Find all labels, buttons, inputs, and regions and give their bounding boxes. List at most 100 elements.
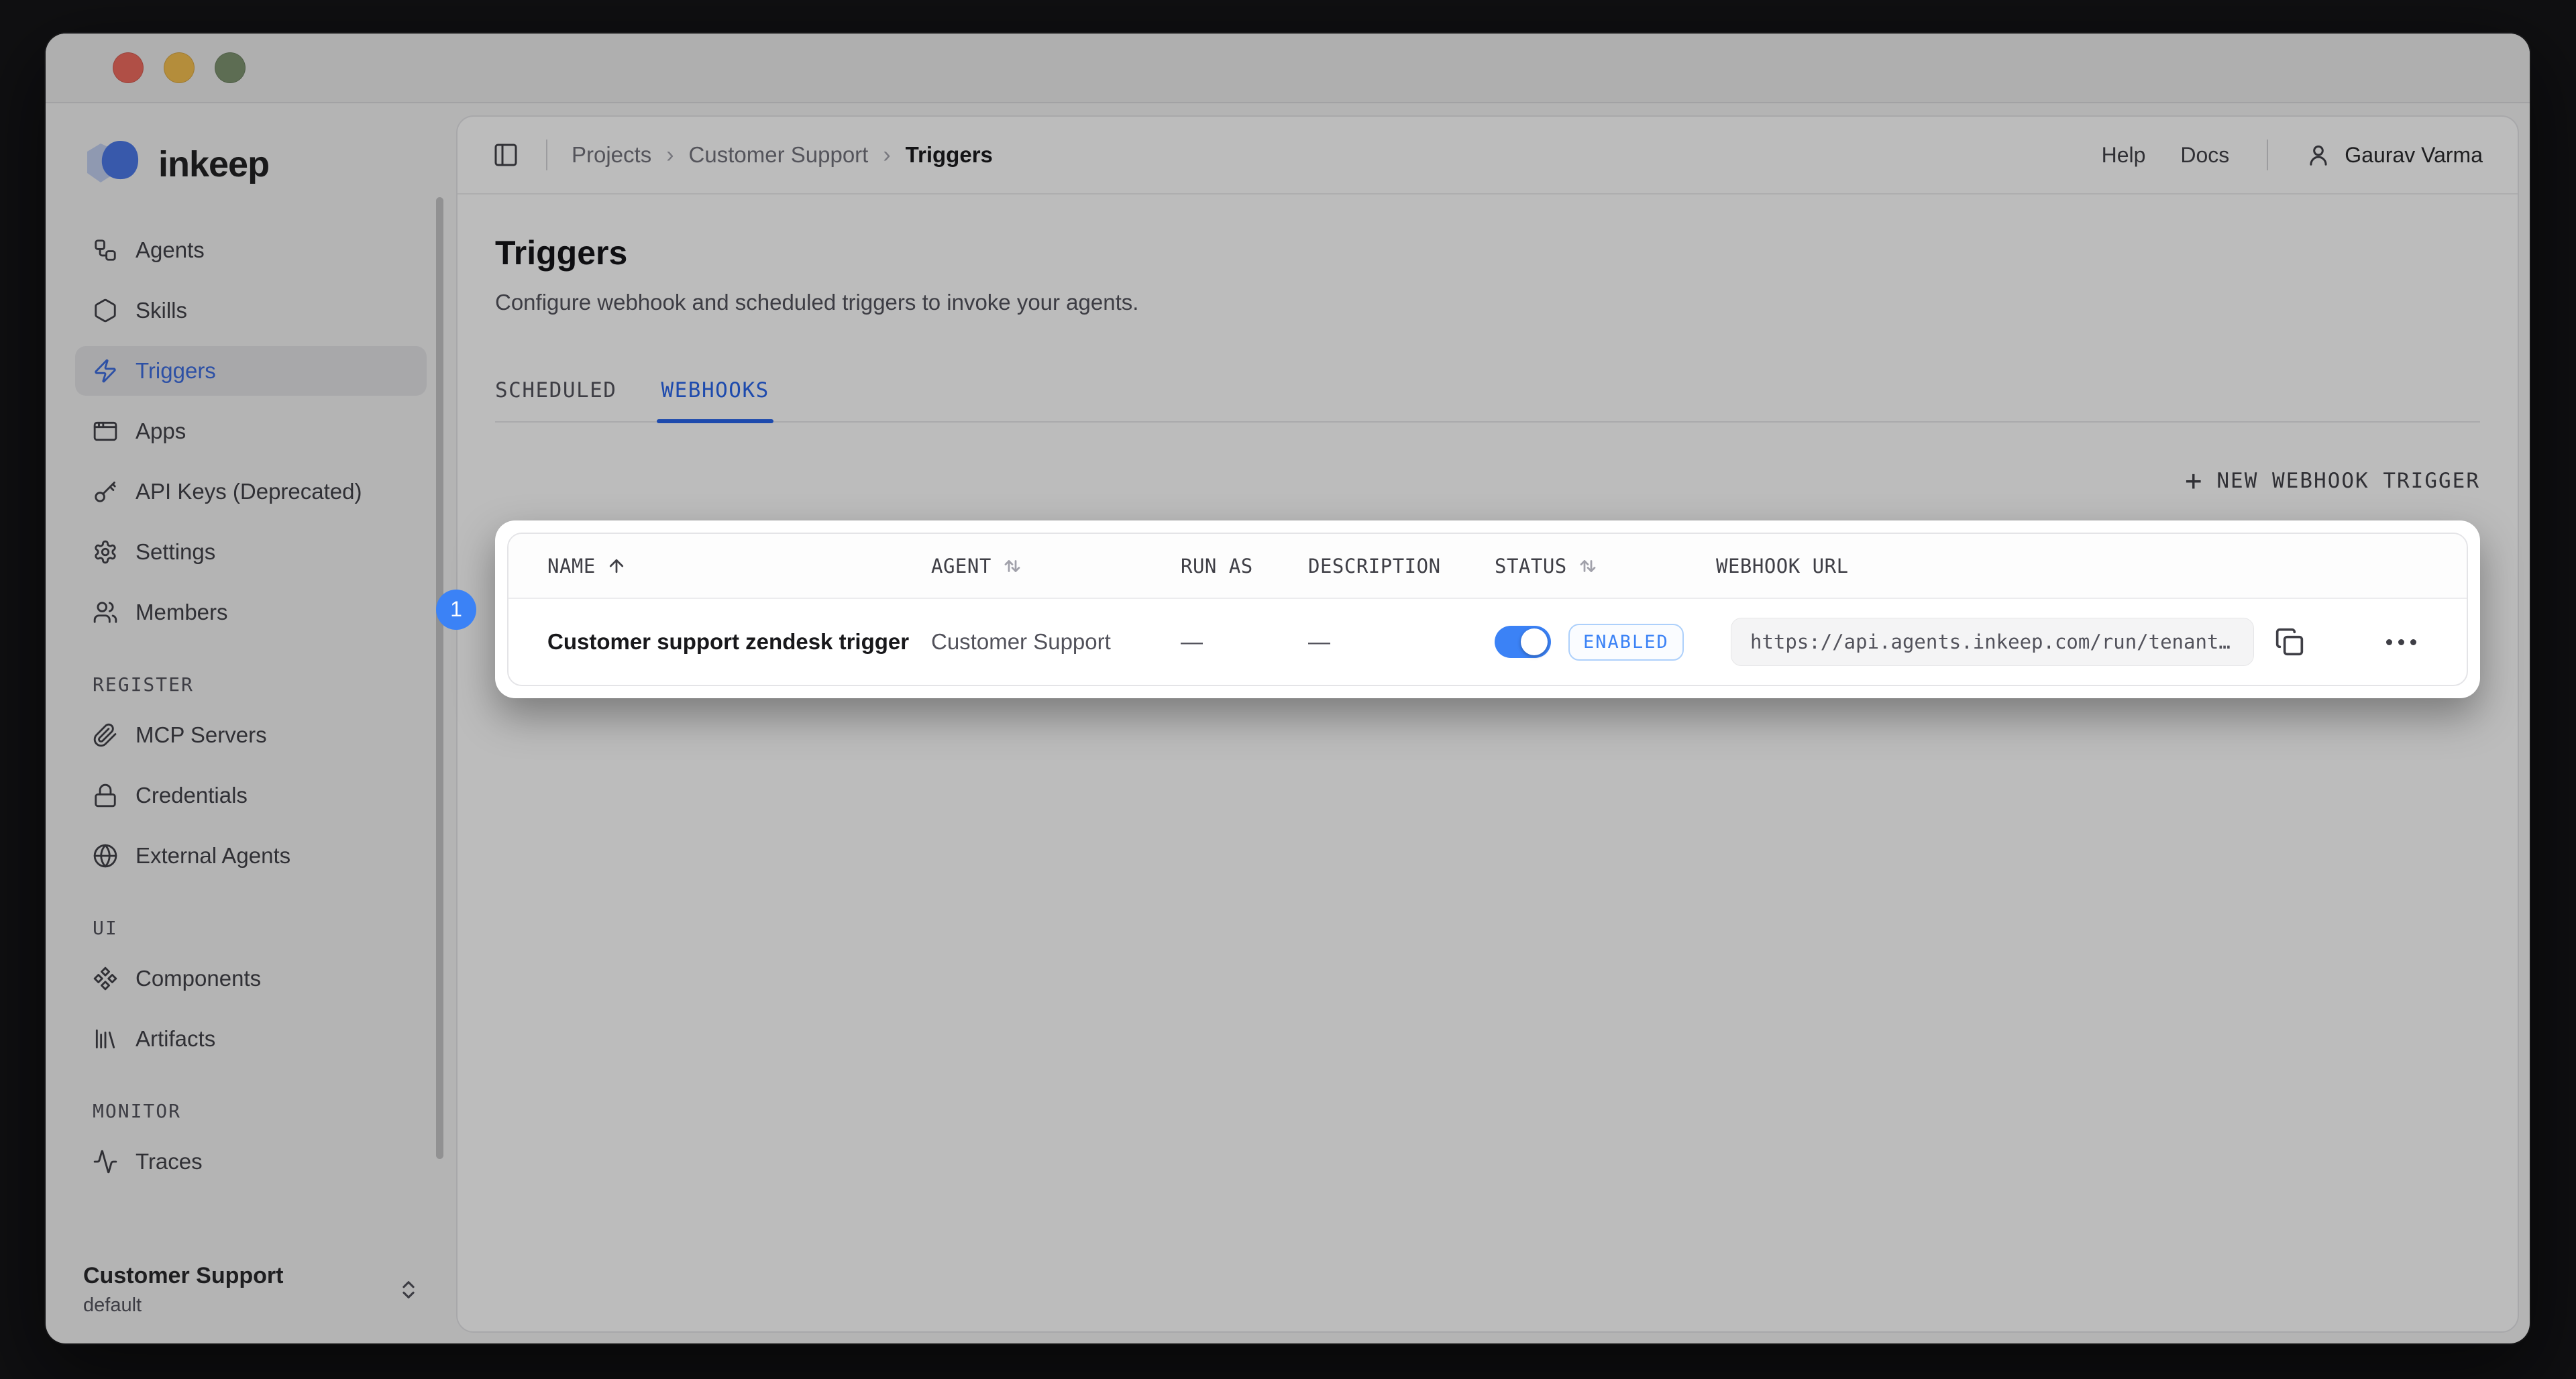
- sort-ascending-icon: [606, 556, 627, 576]
- project-name: Customer Support: [83, 1263, 283, 1289]
- sidebar-section-monitor: MONITOR: [93, 1100, 427, 1122]
- sidebar-item-label: Components: [136, 966, 261, 991]
- sidebar-nav: Agents Skills Triggers Apps API Keys (De…: [75, 225, 427, 1187]
- page-content: Triggers Configure webhook and scheduled…: [458, 195, 2518, 1331]
- breadcrumb-customer-support[interactable]: Customer Support: [689, 142, 869, 168]
- docs-link[interactable]: Docs: [2180, 143, 2229, 168]
- user-menu[interactable]: Gaurav Varma: [2306, 142, 2483, 168]
- table-toolbar: + NEW WEBHOOK TRIGGER: [495, 467, 2480, 495]
- sidebar-item-credentials[interactable]: Credentials: [75, 771, 427, 820]
- sidebar-scrollbar[interactable]: [436, 197, 443, 1159]
- table-row: Customer support zendesk trigger Custome…: [508, 599, 2467, 685]
- sidebar-item-label: MCP Servers: [136, 722, 267, 748]
- sidebar-item-triggers[interactable]: Triggers: [75, 346, 427, 396]
- sidebar-item-label: Agents: [136, 237, 205, 263]
- webhook-triggers-table: NAME AGENT RUN AS DESCRIPTIO: [507, 533, 2468, 686]
- trigger-copy-cell: [2268, 620, 2347, 663]
- key-icon: [93, 479, 118, 504]
- trigger-url-cell: https://api.agents.inkeep.com/run/tenant…: [1716, 618, 2268, 666]
- minimize-button[interactable]: [164, 52, 195, 83]
- sidebar-item-mcp-servers[interactable]: MCP Servers: [75, 710, 427, 760]
- sort-both-icon: [1002, 556, 1022, 576]
- sidebar: inkeep Agents Skills Triggers Apps: [46, 103, 456, 1343]
- panel-left-icon: [492, 142, 519, 168]
- status-toggle[interactable]: [1495, 626, 1551, 658]
- users-icon: [93, 600, 118, 625]
- gear-icon: [93, 539, 118, 565]
- header-divider: [2267, 140, 2268, 170]
- sidebar-item-traces[interactable]: Traces: [75, 1137, 427, 1187]
- project-switcher[interactable]: Customer Support default: [83, 1263, 427, 1317]
- table-header-row: NAME AGENT RUN AS DESCRIPTIO: [508, 534, 2467, 599]
- sidebar-item-label: Triggers: [136, 358, 216, 384]
- column-header-description: DESCRIPTION: [1308, 555, 1495, 577]
- tab-webhooks[interactable]: WEBHOOKS: [661, 378, 769, 421]
- sidebar-item-agents[interactable]: Agents: [75, 225, 427, 275]
- sidebar-item-settings[interactable]: Settings: [75, 527, 427, 577]
- copy-url-button[interactable]: [2268, 620, 2311, 663]
- sidebar-item-label: External Agents: [136, 843, 290, 869]
- sidebar-item-label: Members: [136, 600, 228, 625]
- new-webhook-trigger-label: NEW WEBHOOK TRIGGER: [2216, 469, 2480, 493]
- column-header-status[interactable]: STATUS: [1495, 555, 1716, 577]
- logo-wordmark: inkeep: [158, 144, 269, 185]
- help-link[interactable]: Help: [2102, 143, 2146, 168]
- main-panel: Projects › Customer Support › Triggers H…: [456, 115, 2519, 1333]
- column-header-agent[interactable]: AGENT: [931, 555, 1181, 577]
- globe-icon: [93, 843, 118, 869]
- breadcrumb-projects[interactable]: Projects: [572, 142, 651, 168]
- column-header-webhook-url: WEBHOOK URL: [1716, 555, 2268, 577]
- header-divider: [546, 140, 547, 170]
- activity-icon: [93, 1149, 118, 1174]
- trigger-agent-cell: Customer Support: [931, 629, 1181, 655]
- sidebar-item-members[interactable]: Members: [75, 588, 427, 637]
- project-info: Customer Support default: [83, 1263, 283, 1317]
- macos-window: inkeep Agents Skills Triggers Apps: [46, 34, 2530, 1343]
- new-webhook-trigger-button[interactable]: + NEW WEBHOOK TRIGGER: [2185, 467, 2480, 495]
- sidebar-item-api-keys[interactable]: API Keys (Deprecated): [75, 467, 427, 516]
- sidebar-toggle-button[interactable]: [492, 140, 522, 170]
- app-root: inkeep Agents Skills Triggers Apps: [46, 103, 2530, 1343]
- sidebar-item-skills[interactable]: Skills: [75, 286, 427, 335]
- sidebar-item-label: Credentials: [136, 783, 248, 808]
- annotation-step-badge: 1: [436, 590, 476, 630]
- webhook-url-field[interactable]: https://api.agents.inkeep.com/run/tenant…: [1731, 618, 2254, 666]
- column-header-name[interactable]: NAME: [508, 555, 931, 577]
- trigger-description-cell: —: [1308, 629, 1495, 655]
- app-window-icon: [93, 419, 118, 444]
- sort-both-icon: [1578, 556, 1598, 576]
- window-titlebar: [46, 34, 2530, 103]
- sidebar-item-label: API Keys (Deprecated): [136, 479, 362, 504]
- sidebar-section-ui: UI: [93, 917, 427, 939]
- zoom-button[interactable]: [215, 52, 246, 83]
- sidebar-item-label: Skills: [136, 298, 187, 323]
- sidebar-item-external-agents[interactable]: External Agents: [75, 831, 427, 881]
- breadcrumb-separator: ›: [883, 142, 890, 168]
- trigger-status-cell: ENABLED: [1495, 624, 1716, 661]
- row-actions-menu-button[interactable]: [2386, 639, 2467, 645]
- tab-scheduled[interactable]: SCHEDULED: [495, 378, 616, 421]
- sidebar-item-apps[interactable]: Apps: [75, 406, 427, 456]
- zap-icon: [93, 358, 118, 384]
- breadcrumb-separator: ›: [666, 142, 674, 168]
- sidebar-item-label: Apps: [136, 419, 186, 444]
- column-header-run-as: RUN AS: [1181, 555, 1308, 577]
- component-icon: [93, 966, 118, 991]
- sidebar-section-register: REGISTER: [93, 673, 427, 696]
- toggle-knob: [1521, 628, 1548, 655]
- sidebar-item-artifacts[interactable]: Artifacts: [75, 1014, 427, 1064]
- copy-icon: [2275, 627, 2304, 657]
- main-header: Projects › Customer Support › Triggers H…: [458, 117, 2518, 195]
- breadcrumb-triggers: Triggers: [906, 142, 993, 168]
- trigger-name-cell[interactable]: Customer support zendesk trigger: [508, 629, 931, 655]
- user-icon: [2306, 142, 2331, 168]
- sidebar-item-label: Artifacts: [136, 1026, 215, 1052]
- sidebar-item-label: Settings: [136, 539, 215, 565]
- sidebar-item-components[interactable]: Components: [75, 954, 427, 1003]
- lock-icon: [93, 783, 118, 808]
- breadcrumb: Projects › Customer Support › Triggers: [572, 142, 993, 168]
- page-title: Triggers: [495, 233, 2480, 272]
- hexagon-icon: [93, 298, 118, 323]
- close-button[interactable]: [113, 52, 144, 83]
- trigger-tabs: SCHEDULED WEBHOOKS: [495, 378, 2480, 423]
